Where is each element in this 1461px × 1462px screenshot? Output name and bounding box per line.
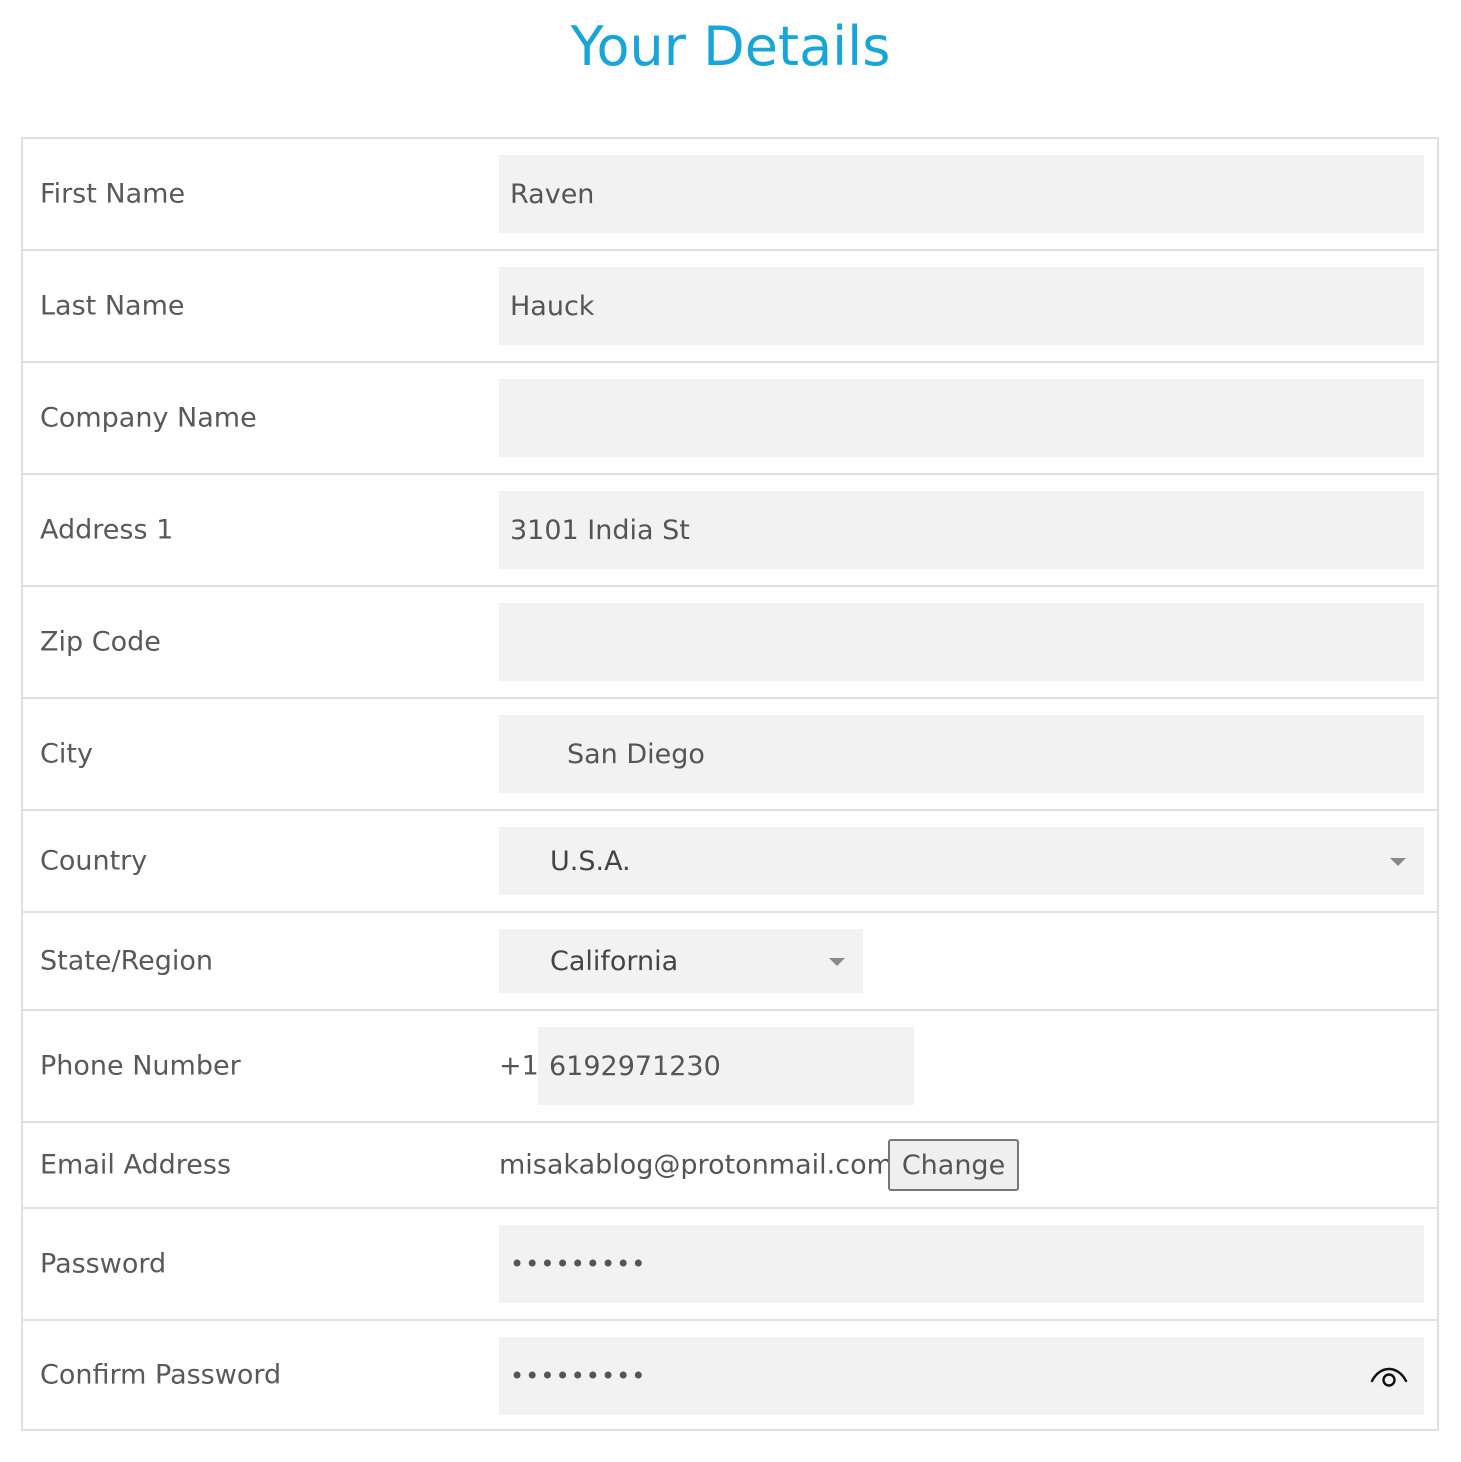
password-input[interactable] (499, 1225, 1424, 1303)
eye-icon[interactable] (1370, 1359, 1408, 1389)
email-value: misakablog@protonmail.com (499, 1149, 893, 1181)
change-email-button[interactable]: Change (888, 1139, 1019, 1191)
page-title: Your Details (570, 15, 891, 78)
phone-country-code: +1 (499, 1050, 539, 1082)
confirm-password-label: Confirm Password (40, 1359, 282, 1391)
company-name-label: Company Name (40, 402, 257, 434)
state-label: State/Region (40, 945, 213, 977)
form-row-confirm-password: Confirm Password (23, 1321, 1437, 1429)
password-label: Password (40, 1248, 167, 1280)
address1-input[interactable] (499, 491, 1424, 569)
state-select[interactable]: California (499, 929, 863, 993)
chevron-down-icon (829, 958, 845, 966)
form-row-phone: Phone Number +1 (23, 1011, 1437, 1123)
first-name-label: First Name (40, 178, 186, 210)
company-name-input[interactable] (499, 379, 1424, 457)
address1-label: Address 1 (40, 514, 174, 546)
form-row-city: City (23, 699, 1437, 811)
form-row-country: Country U.S.A. (23, 811, 1437, 913)
country-selected-value: U.S.A. (550, 845, 631, 877)
form-row-last-name: Last Name (23, 251, 1437, 363)
first-name-input[interactable] (499, 155, 1424, 233)
form-row-state: State/Region California (23, 913, 1437, 1011)
city-input[interactable] (499, 715, 1424, 793)
form-row-email: Email Address misakablog@protonmail.com … (23, 1123, 1437, 1209)
form-row-address1: Address 1 (23, 475, 1437, 587)
country-select[interactable]: U.S.A. (499, 827, 1424, 895)
form-row-company-name: Company Name (23, 363, 1437, 475)
form-row-password: Password (23, 1209, 1437, 1321)
zip-code-input[interactable] (499, 603, 1424, 681)
phone-label: Phone Number (40, 1050, 241, 1082)
form-row-zip-code: Zip Code (23, 587, 1437, 699)
last-name-label: Last Name (40, 290, 185, 322)
details-form: First Name Last Name Company Name Addres… (21, 137, 1439, 1431)
country-label: Country (40, 845, 148, 877)
confirm-password-input[interactable] (499, 1337, 1424, 1415)
zip-code-label: Zip Code (40, 626, 161, 658)
last-name-input[interactable] (499, 267, 1424, 345)
phone-input[interactable] (538, 1027, 914, 1105)
form-row-first-name: First Name (23, 139, 1437, 251)
chevron-down-icon (1390, 858, 1406, 866)
state-selected-value: California (550, 945, 679, 977)
city-label: City (40, 738, 93, 770)
email-label: Email Address (40, 1149, 232, 1181)
